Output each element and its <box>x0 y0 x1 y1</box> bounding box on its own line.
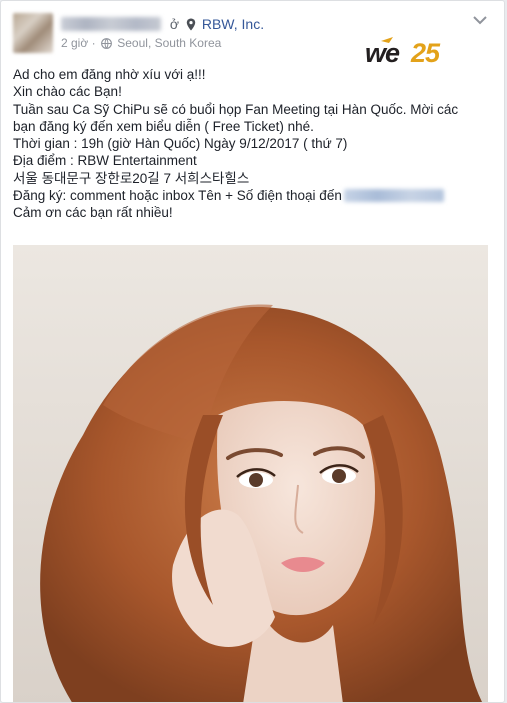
post-line: Ad cho em đăng nhờ xíu với ạ!!! <box>13 67 206 82</box>
post-line-text: Đăng ký: comment hoặc inbox Tên + Số điệ… <box>13 188 342 204</box>
globe-icon[interactable] <box>100 38 112 52</box>
more-options-icon <box>473 16 487 25</box>
post-line: Xin chào các Bạn! <box>13 84 122 100</box>
post-body: Ad cho em đăng nhờ xíu với ạ!!! Xin chào… <box>13 66 498 222</box>
author-name-redacted[interactable] <box>61 17 161 31</box>
post-line: 서울 동대문구 장한로20길 7 서희스타힐스 <box>13 170 250 186</box>
location-pin-icon <box>186 17 196 35</box>
meta-dot: · <box>91 36 96 50</box>
facebook-post-card: ở RBW, Inc. 2 giờ · Seoul, South Korea w… <box>0 0 505 703</box>
post-photo[interactable] <box>13 245 488 702</box>
post-meta: 2 giờ · Seoul, South Korea <box>61 36 221 52</box>
post-options-button[interactable] <box>470 13 490 27</box>
post-line: Địa điểm : RBW Entertainment <box>13 153 197 169</box>
author-avatar[interactable] <box>13 13 53 53</box>
phone-number-redacted <box>343 189 444 203</box>
we25-logo: we 25 <box>363 35 459 69</box>
svg-text:we: we <box>365 38 400 68</box>
post-line: Đăng ký: comment hoặc inbox Tên + Số điệ… <box>13 187 498 204</box>
post-time-link[interactable]: 2 giờ <box>61 36 88 50</box>
post-line: Cảm ơn các bạn rất nhiều! <box>13 205 173 221</box>
post-line: Tuần sau Ca Sỹ ChiPu sẽ có buổi họp Fan … <box>13 101 459 117</box>
location-page-link[interactable]: RBW, Inc. <box>202 16 264 32</box>
svg-text:25: 25 <box>410 38 441 68</box>
post-line: bạn đăng ký đến xem biểu diễn ( Free Tic… <box>13 118 314 134</box>
portrait-photo-illustration <box>13 245 488 702</box>
post-location-text[interactable]: Seoul, South Korea <box>117 36 221 50</box>
post-header: ở RBW, Inc. <box>61 15 264 35</box>
location-separator: ở <box>169 16 180 32</box>
post-line: Thời gian : 19h (giờ Hàn Quốc) Ngày 9/12… <box>13 136 348 152</box>
